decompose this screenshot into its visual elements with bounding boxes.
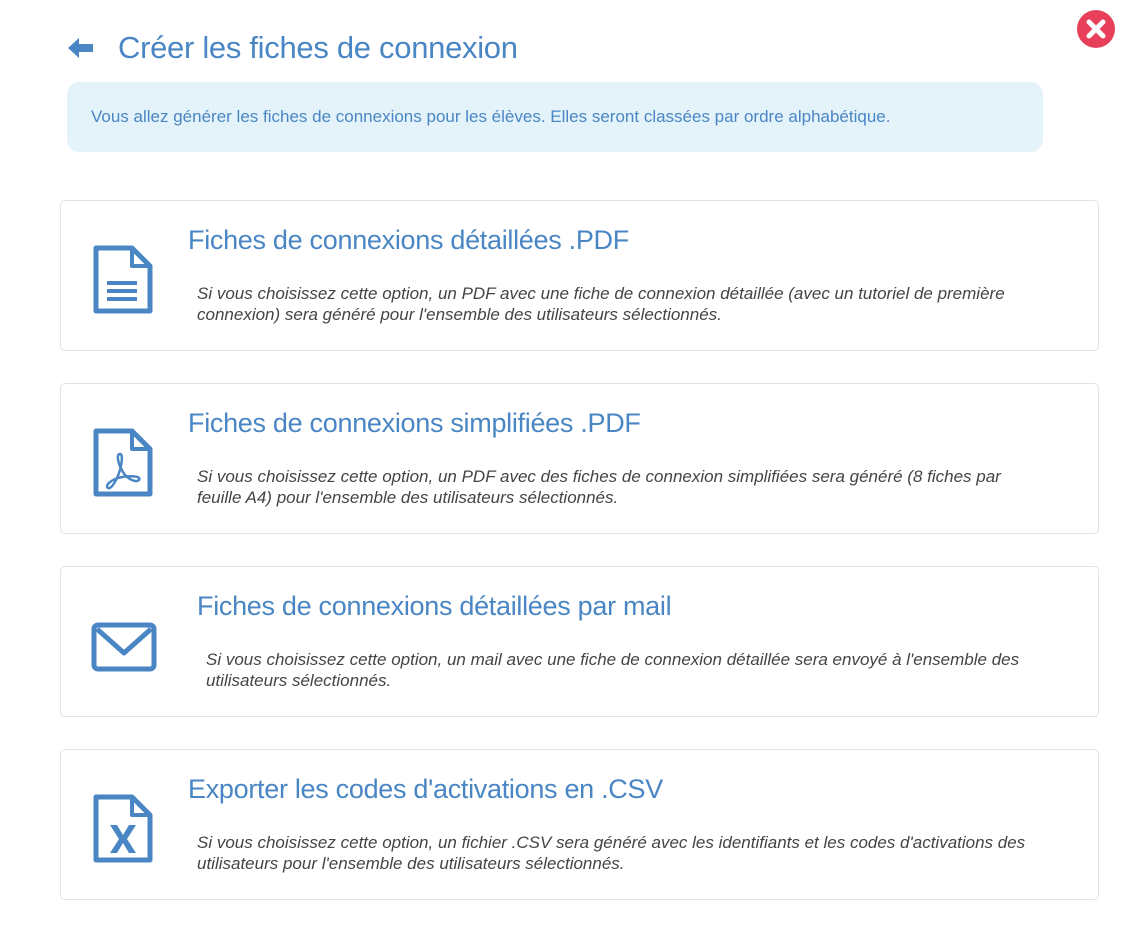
info-message: Vous allez générer les fiches de connexi… — [67, 82, 1043, 152]
page: Créer les fiches de connexion Vous allez… — [0, 0, 1122, 947]
document-lines-icon — [93, 245, 153, 314]
back-button[interactable] — [66, 33, 96, 63]
info-message-text: Vous allez générer les fiches de connexi… — [91, 107, 891, 126]
option-description: Si vous choisissez cette option, un PDF … — [197, 284, 1005, 324]
pdf-file-icon — [93, 428, 153, 497]
envelope-icon — [91, 622, 157, 672]
option-title: Fiches de connexions détaillées .PDF — [188, 225, 629, 255]
option-detailed-mail[interactable]: Fiches de connexions détaillées par mail… — [60, 566, 1099, 717]
option-export-csv[interactable]: Exporter les codes d'activations en .CSV… — [60, 749, 1099, 900]
arrow-left-icon — [68, 38, 93, 58]
option-description: Si vous choisissez cette option, un fich… — [197, 833, 1026, 873]
close-icon — [1077, 10, 1115, 48]
option-description: Si vous choisissez cette option, un mail… — [206, 650, 1020, 690]
option-title: Exporter les codes d'activations en .CSV — [188, 774, 663, 804]
option-simplified-pdf[interactable]: Fiches de connexions simplifiées .PDF Si… — [60, 383, 1099, 534]
option-description: Si vous choisissez cette option, un PDF … — [197, 467, 1001, 507]
excel-file-icon — [93, 794, 153, 863]
option-title: Fiches de connexions détaillées par mail — [197, 591, 672, 621]
option-detailed-pdf[interactable]: Fiches de connexions détaillées .PDF Si … — [60, 200, 1099, 351]
option-title: Fiches de connexions simplifiées .PDF — [188, 408, 641, 438]
page-title: Créer les fiches de connexion — [118, 30, 518, 65]
header: Créer les fiches de connexion — [66, 26, 518, 70]
close-button[interactable] — [1075, 8, 1117, 50]
